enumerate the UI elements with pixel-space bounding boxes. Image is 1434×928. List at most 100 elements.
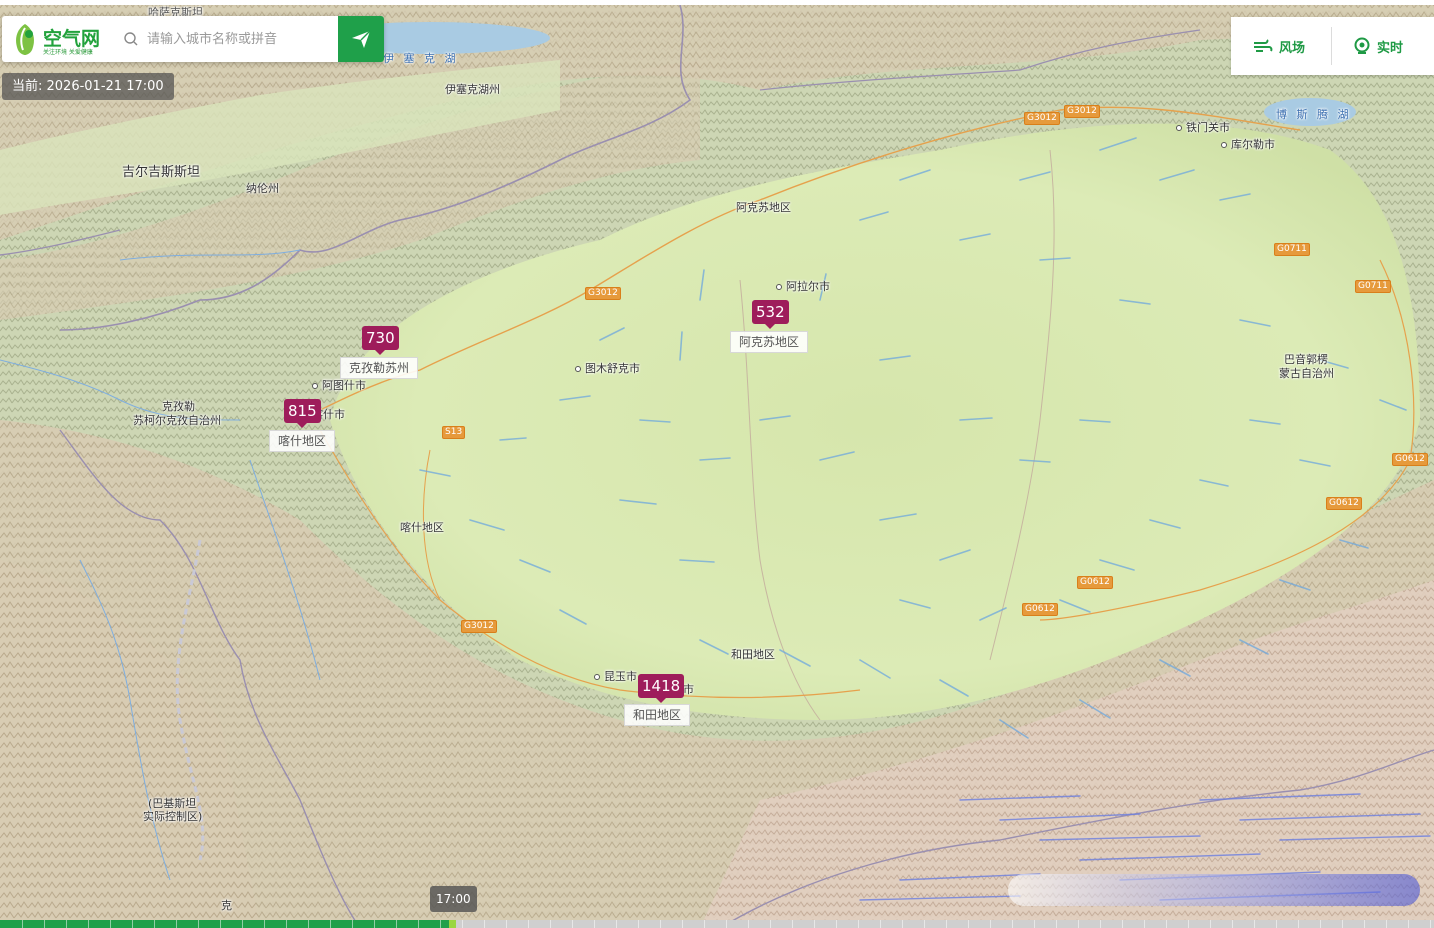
timeline-tick xyxy=(1298,920,1299,928)
timeline-progress xyxy=(0,920,449,928)
timeline-tick xyxy=(924,920,925,928)
road-shield: S13 xyxy=(442,426,466,439)
map-controls: 风场 实时 xyxy=(1231,17,1434,75)
timeline-tick xyxy=(748,920,749,928)
map-label: 纳伦州 xyxy=(246,182,279,195)
timeline-tick xyxy=(638,920,639,928)
map-label: 和田地区 xyxy=(731,648,775,661)
map-label: 喀什地区 xyxy=(400,521,444,534)
timeline-tick xyxy=(462,920,463,928)
timeline-tick xyxy=(176,920,177,928)
timeline-tick xyxy=(440,920,441,928)
timeline-tick xyxy=(88,920,89,928)
timeline-tick xyxy=(814,920,815,928)
map-label-city: 库尔勒市 xyxy=(1221,138,1275,152)
region-label[interactable]: 克孜勒苏州 xyxy=(340,357,419,379)
timeline-tick xyxy=(660,920,661,928)
timeline-tick xyxy=(1100,920,1101,928)
timeline-tick xyxy=(792,920,793,928)
aqi-marker[interactable]: 1418 xyxy=(638,674,685,703)
timeline-tick xyxy=(1078,920,1079,928)
road-shield: G0612 xyxy=(1326,497,1362,510)
timeline-tick xyxy=(968,920,969,928)
map-label-lake: 伊 塞 克 湖 xyxy=(383,52,459,65)
timeline-time-label: 17:00 xyxy=(430,886,477,912)
timeline-tick xyxy=(1210,920,1211,928)
timeline-tick xyxy=(550,920,551,928)
realtime-button[interactable]: 实时 xyxy=(1353,17,1403,75)
search-input[interactable] xyxy=(147,28,333,50)
aqi-marker[interactable]: 730 xyxy=(362,326,399,355)
top-line xyxy=(0,0,1434,5)
timeline-tick xyxy=(836,920,837,928)
timeline-tick xyxy=(946,920,947,928)
timeline-tick xyxy=(22,920,23,928)
timeline-tick xyxy=(330,920,331,928)
timeline-tick xyxy=(220,920,221,928)
timeline-track[interactable] xyxy=(0,920,1434,928)
map-label: 实际控制区) xyxy=(143,810,203,823)
timeline-tick xyxy=(1320,920,1321,928)
timeline-tick xyxy=(352,920,353,928)
timeline-tick xyxy=(1408,920,1409,928)
realtime-label: 实时 xyxy=(1377,40,1404,56)
road-shield: G0612 xyxy=(1022,603,1058,616)
timeline-tick xyxy=(1342,920,1343,928)
logo[interactable]: 空气网 关注环境 关爱健康 xyxy=(10,22,118,58)
timeline-tick xyxy=(594,920,595,928)
search-submit-button[interactable] xyxy=(338,16,384,62)
timeline-tick xyxy=(110,920,111,928)
timeline-tick xyxy=(572,920,573,928)
send-icon xyxy=(352,30,371,48)
timeline-tick xyxy=(770,920,771,928)
divider xyxy=(1331,27,1332,65)
road-shield: G0612 xyxy=(1392,453,1428,466)
timeline-tick xyxy=(880,920,881,928)
timeline-tick xyxy=(1056,920,1057,928)
timeline-tick xyxy=(704,920,705,928)
timeline-tick xyxy=(1276,920,1277,928)
timeline-tick xyxy=(264,920,265,928)
wind-field-button[interactable]: 风场 xyxy=(1253,17,1305,75)
road-shield: G3012 xyxy=(585,287,621,300)
timeline-tick xyxy=(308,920,309,928)
map-label: 克孜勒 xyxy=(162,400,195,413)
region-label[interactable]: 喀什地区 xyxy=(269,430,336,452)
timeline-tick xyxy=(374,920,375,928)
timeline-tick xyxy=(902,920,903,928)
timeline-tick xyxy=(990,920,991,928)
timeline-tick xyxy=(396,920,397,928)
aqi-marker[interactable]: 815 xyxy=(284,399,321,428)
timeline-tick xyxy=(1188,920,1189,928)
region-label[interactable]: 和田地区 xyxy=(624,704,691,726)
map-label-city: 图木舒克市 xyxy=(575,362,640,376)
timeline-tick xyxy=(726,920,727,928)
timeline-tick xyxy=(1166,920,1167,928)
wind-field-label: 风场 xyxy=(1279,40,1306,56)
road-shield: G3012 xyxy=(1024,112,1060,125)
current-time-badge: 当前: 2026-01-21 17:00 xyxy=(2,73,174,100)
map-label-city: 阿图什市 xyxy=(312,379,366,393)
timeline-tick xyxy=(1034,920,1035,928)
map-label: 巴音郭楞 xyxy=(1284,353,1328,366)
wind-speed-legend xyxy=(1008,874,1420,906)
timeline-tick xyxy=(858,920,859,928)
timeline-handle[interactable] xyxy=(449,920,456,928)
timeline-tick xyxy=(154,920,155,928)
search-icon xyxy=(124,32,138,46)
timeline-tick xyxy=(44,920,45,928)
timeline-tick xyxy=(418,920,419,928)
aqi-marker[interactable]: 532 xyxy=(752,300,789,329)
region-label[interactable]: 阿克苏地区 xyxy=(730,331,809,353)
map-label-city: 昆玉市 xyxy=(594,670,637,684)
map-label: 伊塞克湖州 xyxy=(445,83,500,96)
timeline-tick xyxy=(66,920,67,928)
road-shield: G0612 xyxy=(1077,576,1113,589)
timeline-tick xyxy=(616,920,617,928)
timeline-tick xyxy=(242,920,243,928)
wind-icon xyxy=(1254,39,1273,52)
timeline-tick xyxy=(528,920,529,928)
timeline-tick xyxy=(1430,920,1431,928)
timeline-tick xyxy=(484,920,485,928)
map-canvas[interactable] xyxy=(0,0,1434,928)
